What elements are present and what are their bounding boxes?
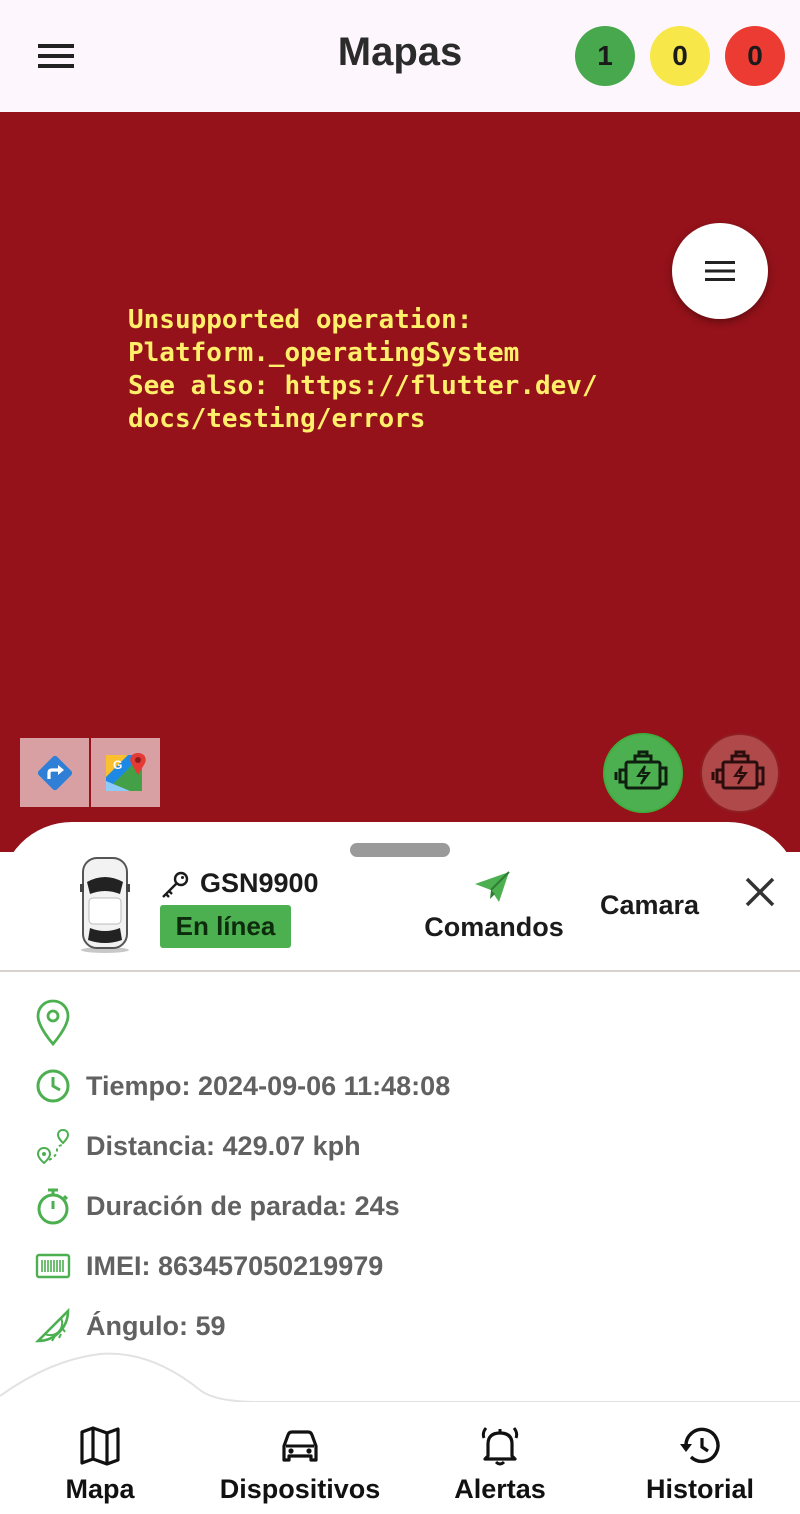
engine-on-button[interactable] [603, 733, 683, 813]
key-icon [160, 870, 190, 900]
google-maps-button[interactable]: G [91, 738, 160, 807]
online-count-badge[interactable]: 1 [575, 26, 635, 86]
google-maps-icon: G [105, 752, 146, 791]
angle-row: Ángulo: 59 [34, 1306, 226, 1346]
svg-text:G: G [113, 758, 122, 772]
app-bar: Mapas 1 0 0 [0, 0, 800, 112]
idle-count-badge[interactable]: 0 [650, 26, 710, 86]
angle-text: Ángulo: 59 [86, 1310, 226, 1341]
time-text: Tiempo: 2024-09-06 11:48:08 [86, 1070, 451, 1101]
engine-off-button[interactable] [700, 733, 780, 813]
route-icon [34, 1127, 72, 1165]
camera-button[interactable]: Camara [600, 890, 699, 921]
barcode-icon [34, 1247, 72, 1285]
nav-item-mapa[interactable]: Mapa [0, 1402, 200, 1514]
map-icon [78, 1424, 122, 1468]
nav-item-alertas[interactable]: Alertas [400, 1402, 600, 1514]
car-top-view-icon [74, 854, 136, 954]
map-menu-button[interactable] [672, 223, 768, 319]
menu-icon [705, 261, 735, 281]
engine-icon [614, 750, 668, 790]
commands-button[interactable]: Comandos [415, 868, 573, 948]
nav-item-historial[interactable]: Historial [600, 1402, 800, 1514]
distance-text: Distancia: 429.07 kph [86, 1130, 361, 1161]
vehicle-plate: GSN9900 [200, 868, 319, 898]
engine-icon [711, 750, 765, 790]
nav-label-historial: Historial [645, 1474, 755, 1504]
bell-icon [478, 1424, 522, 1468]
map-view[interactable]: Unsupported operation: Platform._operati… [0, 112, 800, 852]
nav-label-dispositivos: Dispositivos [219, 1474, 381, 1504]
send-icon [473, 870, 511, 904]
car-icon [278, 1424, 322, 1468]
location-row [34, 999, 86, 1047]
imei-row: IMEI: 863457050219979 [34, 1246, 383, 1286]
close-icon[interactable] [742, 874, 778, 910]
time-row: Tiempo: 2024-09-06 11:48:08 [34, 1066, 450, 1106]
directions-icon [37, 755, 72, 790]
commands-label: Comandos [424, 912, 564, 942]
nav-label-alertas: Alertas [454, 1474, 546, 1504]
imei-text: IMEI: 863457050219979 [86, 1250, 384, 1281]
drag-handle[interactable] [350, 843, 450, 857]
location-pin-icon [34, 999, 72, 1047]
distance-row: Distancia: 429.07 kph [34, 1126, 361, 1166]
clock-icon [34, 1067, 72, 1105]
status-badge: En línea [160, 905, 291, 948]
protractor-icon [34, 1307, 72, 1345]
divider [0, 970, 800, 972]
error-message: Unsupported operation: Platform._operati… [128, 305, 598, 434]
stopwatch-icon [34, 1187, 72, 1225]
history-icon [678, 1424, 722, 1468]
directions-button[interactable] [20, 738, 89, 807]
nav-label-mapa: Mapa [65, 1474, 135, 1504]
stop-duration-text: Duración de parada: 24s [86, 1190, 400, 1221]
offline-count-badge[interactable]: 0 [725, 26, 785, 86]
nav-item-dispositivos[interactable]: Dispositivos [200, 1402, 400, 1514]
nav-curve [0, 1352, 800, 1410]
bottom-navigation: Mapa Dispositivos Alertas Historial [0, 1402, 800, 1514]
stop-duration-row: Duración de parada: 24s [34, 1186, 400, 1226]
